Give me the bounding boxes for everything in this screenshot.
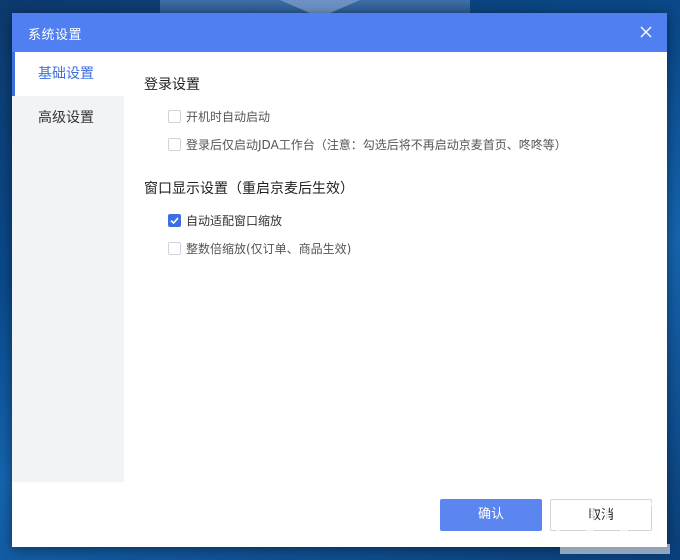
login-section-title: 登录设置 <box>144 77 200 93</box>
settings-dialog: 系统设置 基础设置 高级设置 登录设置 开机时自动启动 登录后仅启动JDA工作台… <box>12 13 667 547</box>
autostart-checkbox[interactable] <box>168 109 181 123</box>
close-icon <box>640 26 652 38</box>
dialog-titlebar: 系统设置 <box>12 13 667 52</box>
integer-scale-label: 整数倍缩放(仅订单、商品生效) <box>186 241 352 256</box>
jda-only-option[interactable]: 登录后仅启动JDA工作台（注意：勾选后将不再启动京麦首页、咚咚等） <box>144 130 651 158</box>
confirm-button[interactable]: 确认 <box>440 499 542 531</box>
sidebar-item-label: 高级设置 <box>38 110 94 126</box>
integer-scale-option[interactable]: 整数倍缩放(仅订单、商品生效) <box>144 234 651 262</box>
settings-sidebar: 基础设置 高级设置 <box>12 52 124 482</box>
auto-scale-checkbox[interactable] <box>168 213 181 227</box>
dialog-title: 系统设置 <box>28 28 83 43</box>
autostart-label: 开机时自动启动 <box>186 109 271 124</box>
auto-scale-label: 自动适配窗口缩放 <box>186 213 283 228</box>
checkmark-icon <box>170 216 179 224</box>
auto-scale-option[interactable]: 自动适配窗口缩放 <box>144 206 651 234</box>
settings-content: 登录设置 开机时自动启动 登录后仅启动JDA工作台（注意：勾选后将不再启动京麦首… <box>144 52 651 262</box>
desktop-background-highlight <box>160 0 470 14</box>
window-section-title: 窗口显示设置（重启京麦后生效） <box>144 181 354 197</box>
sidebar-item-label: 基础设置 <box>38 66 94 82</box>
sidebar-item-basic[interactable]: 基础设置 <box>12 52 124 96</box>
jda-only-checkbox[interactable] <box>168 137 181 151</box>
jda-only-label: 登录后仅启动JDA工作台（注意：勾选后将不再启动京麦首页、咚咚等） <box>186 137 567 152</box>
integer-scale-checkbox[interactable] <box>168 241 181 255</box>
cancel-button[interactable]: 取消 <box>550 499 652 531</box>
sidebar-item-advanced[interactable]: 高级设置 <box>12 96 124 140</box>
autostart-option[interactable]: 开机时自动启动 <box>144 102 651 130</box>
close-button[interactable] <box>635 21 657 43</box>
